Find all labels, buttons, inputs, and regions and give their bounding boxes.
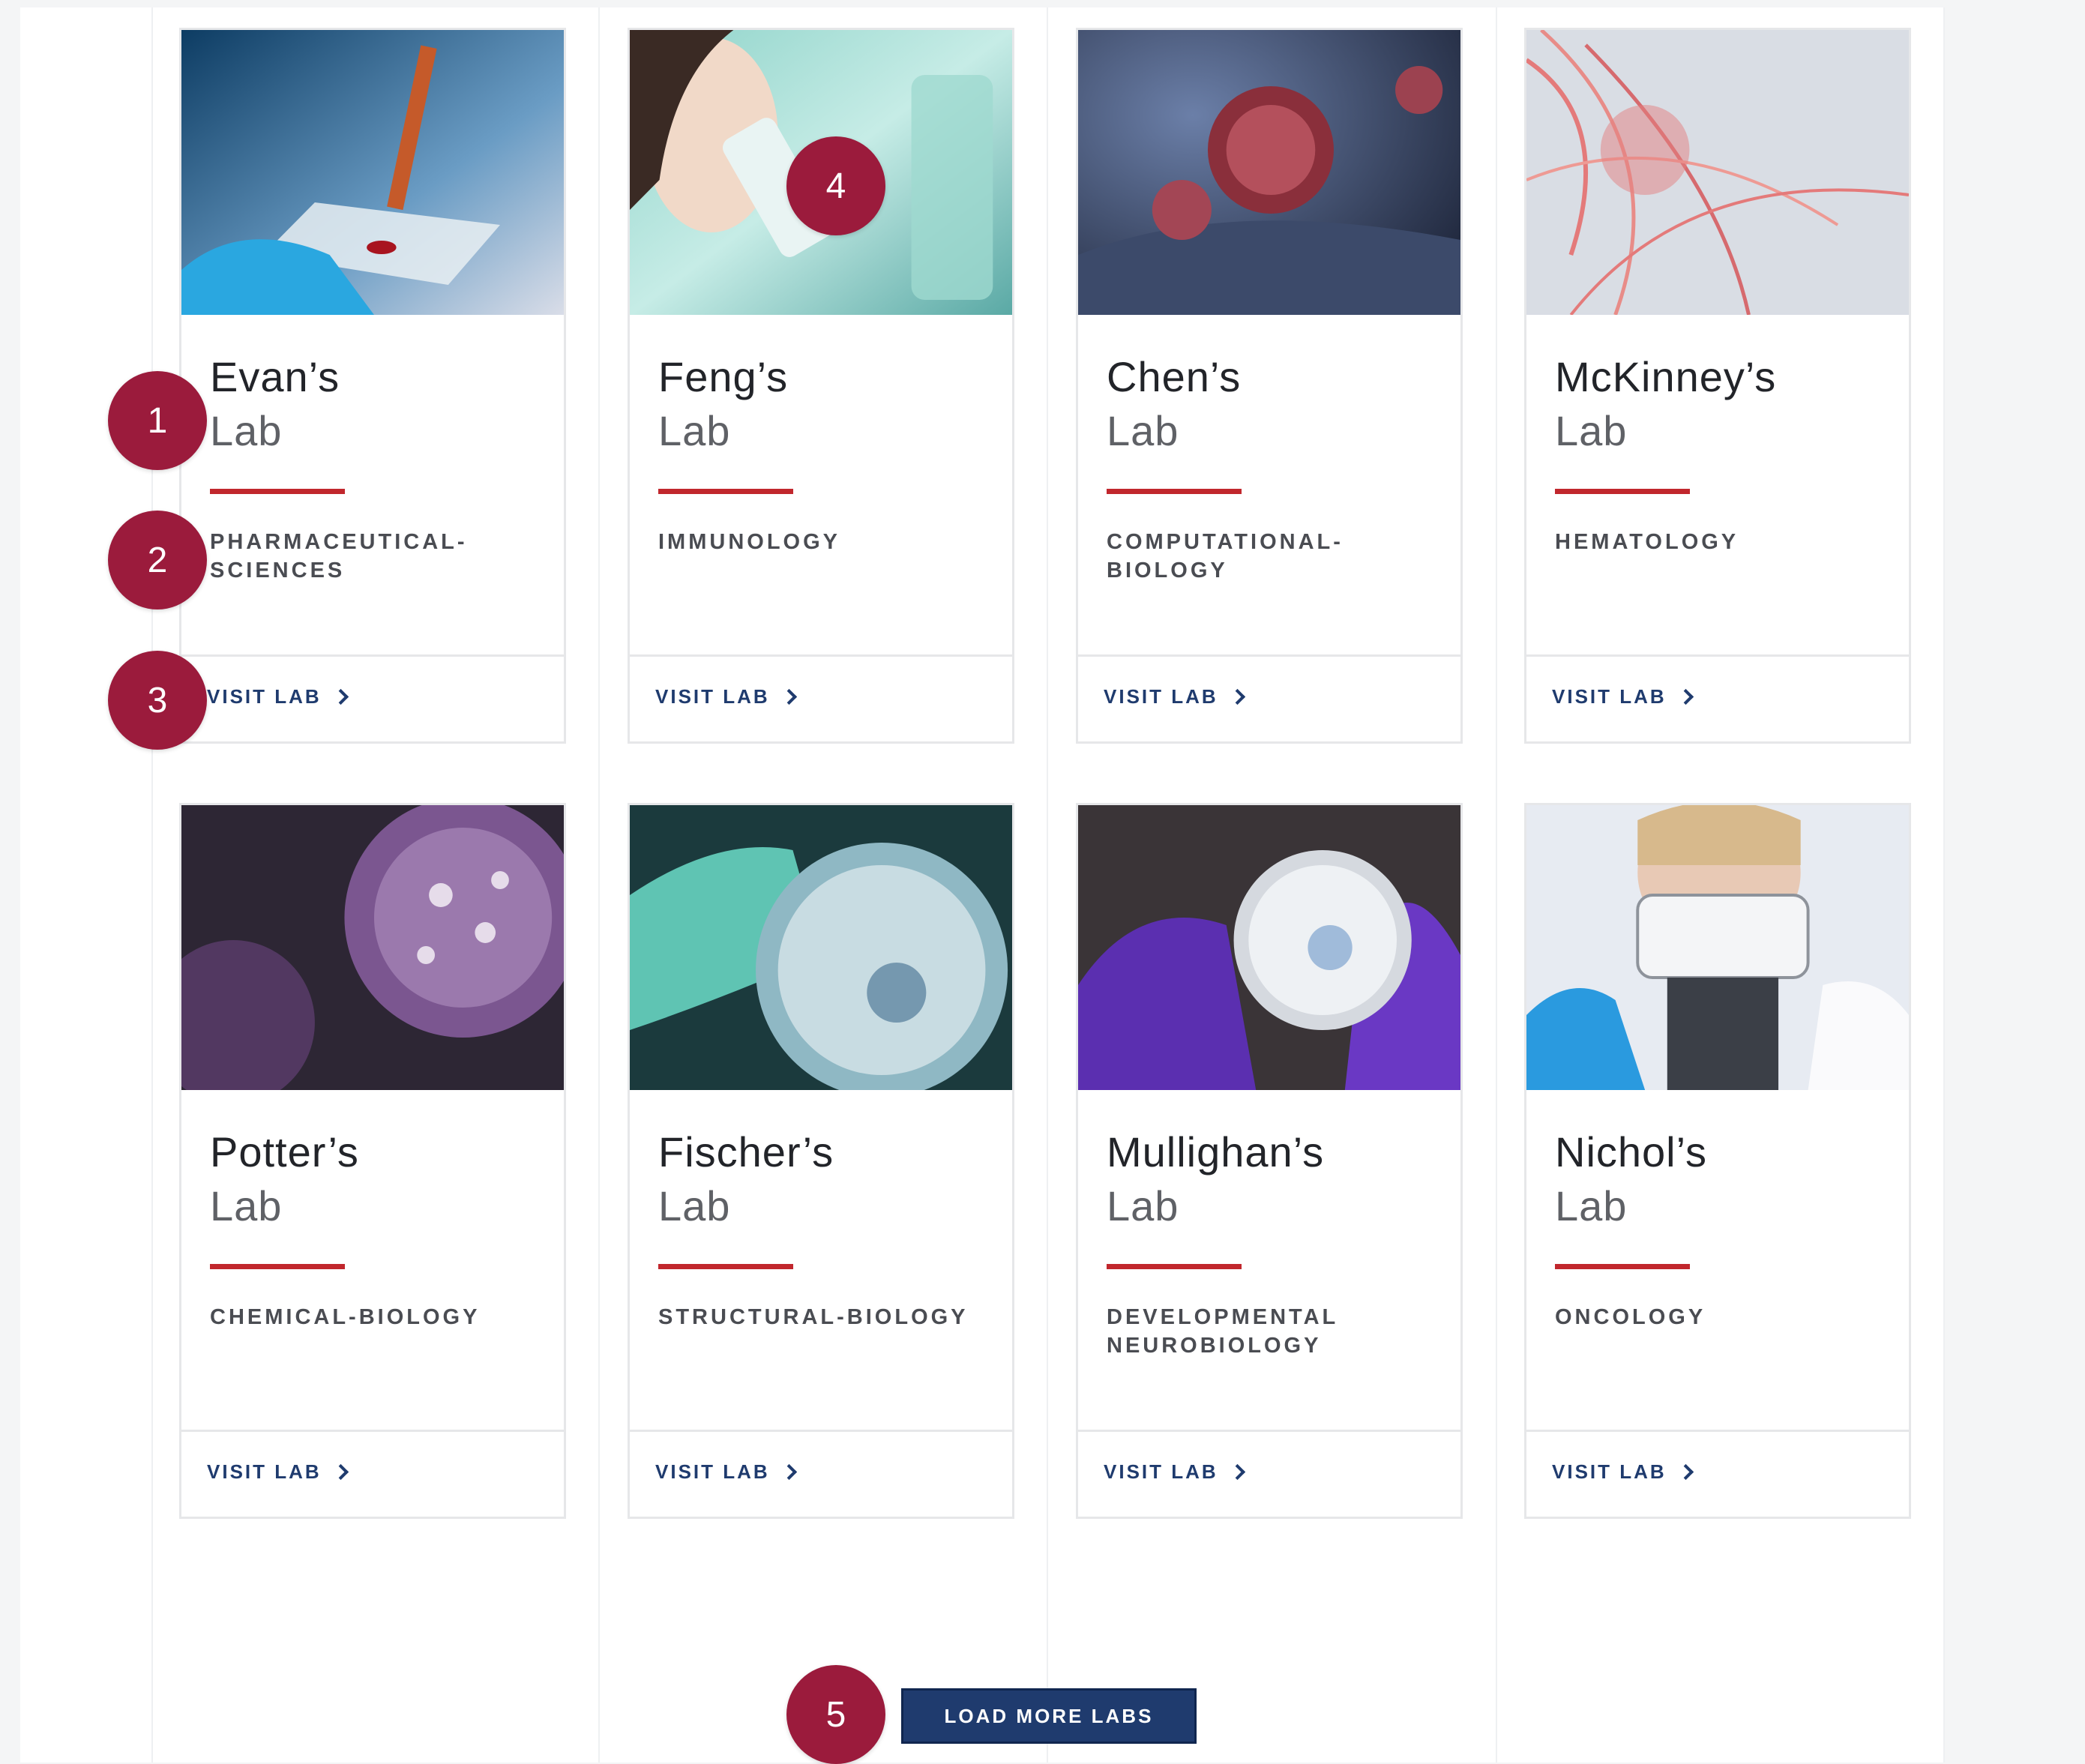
- visit-lab-link[interactable]: VISIT LAB: [1104, 1460, 1245, 1484]
- lab-card: Evan’s Lab PHARMACEUTICAL-SCIENCES VISIT…: [179, 28, 566, 744]
- visit-lab-label: VISIT LAB: [1552, 685, 1667, 708]
- accent-divider: [210, 1264, 345, 1269]
- lab-card: Chen’s Lab COMPUTATIONAL-BIOLOGY VISIT L…: [1076, 28, 1463, 744]
- card-footer: VISIT LAB: [630, 654, 1012, 741]
- lab-suffix: Lab: [1555, 407, 1628, 454]
- annotation-marker: 1: [108, 371, 207, 470]
- accent-divider: [658, 1264, 793, 1269]
- lab-suffix: Lab: [1107, 1182, 1179, 1229]
- accent-divider: [1107, 489, 1242, 494]
- accent-divider: [658, 489, 793, 494]
- column-divider: [151, 7, 153, 1763]
- annotation-marker: 3: [108, 651, 207, 750]
- chevron-right-icon: [1229, 688, 1245, 705]
- card-footer: VISIT LAB: [630, 1430, 1012, 1517]
- lab-category: COMPUTATIONAL-BIOLOGY: [1107, 530, 1344, 583]
- card-footer: VISIT LAB: [1526, 1430, 1909, 1517]
- lab-name: Feng’s: [658, 353, 789, 400]
- card-footer: VISIT LAB: [1078, 654, 1460, 741]
- lab-card: Nichol’s Lab ONCOLOGY VISIT LAB: [1524, 803, 1911, 1519]
- lab-category: IMMUNOLOGY: [658, 530, 840, 554]
- lab-image[interactable]: [1078, 30, 1460, 315]
- lab-name: Evan’s: [210, 353, 340, 400]
- lab-name: Mullighan’s: [1107, 1128, 1325, 1176]
- lab-card: Mullighan’s Lab DEVELOPMENTAL NEUROBIOLO…: [1076, 803, 1463, 1519]
- chevron-right-icon: [332, 688, 349, 705]
- visit-lab-label: VISIT LAB: [1552, 1460, 1667, 1483]
- lab-card: Fischer’s Lab STRUCTURAL-BIOLOGY VISIT L…: [628, 803, 1014, 1519]
- lab-image[interactable]: [1526, 805, 1909, 1090]
- lab-image[interactable]: [181, 805, 564, 1090]
- lab-card: Potter’s Lab CHEMICAL-BIOLOGY VISIT LAB: [179, 803, 566, 1519]
- visit-lab-link[interactable]: VISIT LAB: [1552, 1460, 1694, 1484]
- visit-lab-link[interactable]: VISIT LAB: [1104, 685, 1245, 708]
- column-divider: [598, 7, 600, 1763]
- lab-suffix: Lab: [210, 1182, 283, 1229]
- lab-suffix: Lab: [1555, 1182, 1628, 1229]
- visit-lab-link[interactable]: VISIT LAB: [207, 1460, 349, 1484]
- lab-category: DEVELOPMENTAL NEUROBIOLOGY: [1107, 1305, 1338, 1358]
- chevron-right-icon: [332, 1463, 349, 1481]
- lab-name: Chen’s: [1107, 353, 1242, 400]
- lab-name: Fischer’s: [658, 1128, 834, 1176]
- lab-card: Feng’s Lab IMMUNOLOGY VISIT LAB: [628, 28, 1014, 744]
- visit-lab-link[interactable]: VISIT LAB: [655, 1460, 797, 1484]
- card-footer: VISIT LAB: [181, 1430, 564, 1517]
- annotation-marker: 5: [786, 1665, 885, 1764]
- visit-lab-link[interactable]: VISIT LAB: [655, 685, 797, 708]
- column-divider: [1496, 7, 1497, 1763]
- lab-suffix: Lab: [210, 407, 283, 454]
- chevron-right-icon: [780, 1463, 797, 1481]
- card-footer: VISIT LAB: [1078, 1430, 1460, 1517]
- lab-card: McKinney’s Lab HEMATOLOGY VISIT LAB: [1524, 28, 1911, 744]
- visit-lab-label: VISIT LAB: [655, 1460, 770, 1483]
- annotation-marker: 4: [786, 136, 885, 235]
- accent-divider: [1555, 489, 1690, 494]
- visit-lab-label: VISIT LAB: [207, 1460, 322, 1483]
- card-footer: VISIT LAB: [181, 654, 564, 741]
- chevron-right-icon: [780, 688, 797, 705]
- lab-category: STRUCTURAL-BIOLOGY: [658, 1305, 969, 1329]
- chevron-right-icon: [1229, 1463, 1245, 1481]
- lab-image[interactable]: [1078, 805, 1460, 1090]
- visit-lab-label: VISIT LAB: [1104, 1460, 1218, 1483]
- lab-suffix: Lab: [658, 407, 731, 454]
- chevron-right-icon: [1677, 688, 1694, 705]
- lab-category: ONCOLOGY: [1555, 1305, 1706, 1329]
- accent-divider: [210, 489, 345, 494]
- lab-suffix: Lab: [658, 1182, 731, 1229]
- lab-image[interactable]: [1526, 30, 1909, 315]
- lab-category: HEMATOLOGY: [1555, 530, 1739, 554]
- lab-image[interactable]: [181, 30, 564, 315]
- visit-lab-label: VISIT LAB: [207, 685, 322, 708]
- lab-suffix: Lab: [1107, 407, 1179, 454]
- column-divider: [1943, 7, 1945, 1763]
- lab-category: PHARMACEUTICAL-SCIENCES: [210, 530, 468, 583]
- card-footer: VISIT LAB: [1526, 654, 1909, 741]
- lab-name: Potter’s: [210, 1128, 359, 1176]
- lab-category: CHEMICAL-BIOLOGY: [210, 1305, 481, 1329]
- visit-lab-label: VISIT LAB: [1104, 685, 1218, 708]
- visit-lab-link[interactable]: VISIT LAB: [1552, 685, 1694, 708]
- column-divider: [1047, 7, 1048, 1763]
- lab-image[interactable]: [630, 805, 1012, 1090]
- accent-divider: [1107, 1264, 1242, 1269]
- accent-divider: [1555, 1264, 1690, 1269]
- lab-name: McKinney’s: [1555, 353, 1777, 400]
- annotation-marker: 2: [108, 511, 207, 609]
- visit-lab-label: VISIT LAB: [655, 685, 770, 708]
- load-more-labs-button[interactable]: LOAD MORE LABS: [901, 1688, 1197, 1744]
- lab-name: Nichol’s: [1555, 1128, 1708, 1176]
- chevron-right-icon: [1677, 1463, 1694, 1481]
- visit-lab-link[interactable]: VISIT LAB: [207, 685, 349, 708]
